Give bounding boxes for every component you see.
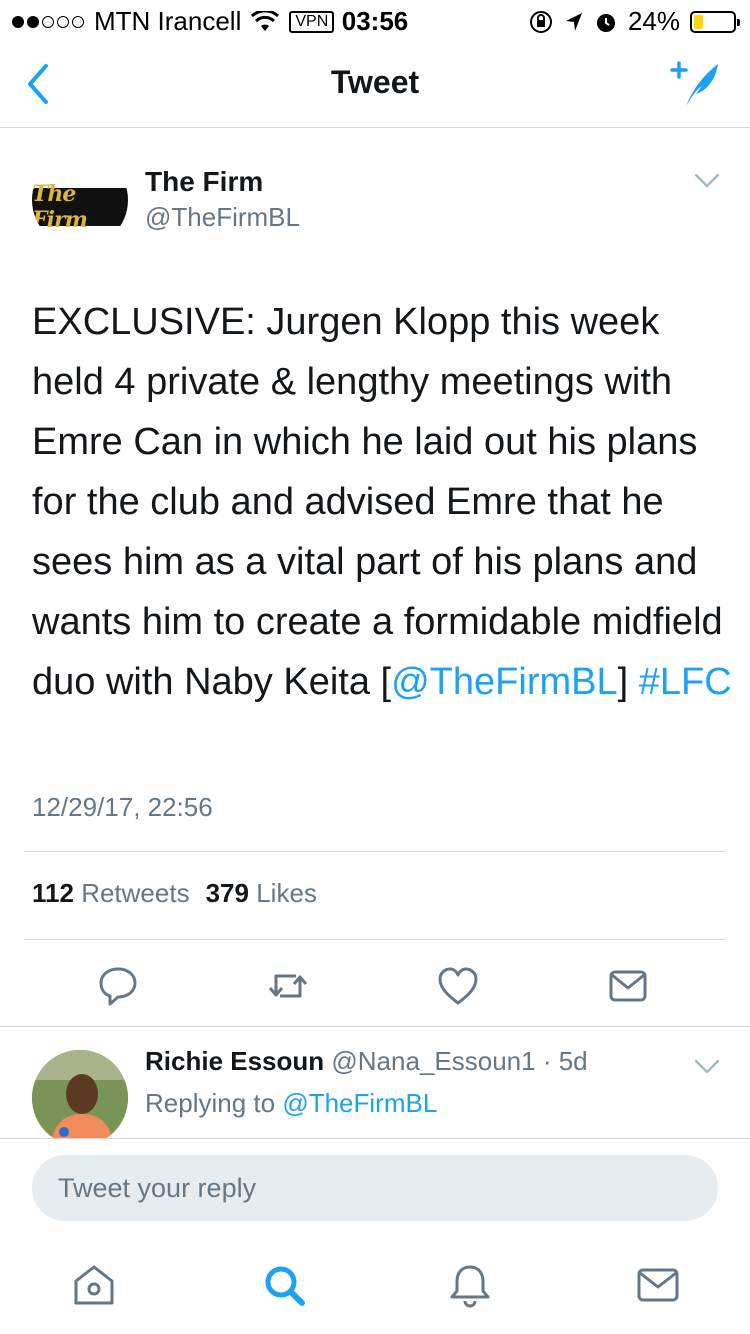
reply-author-handle[interactable]: @Nana_Essoun1 (331, 1046, 535, 1076)
firm-logo: The Firm (32, 181, 128, 233)
tweet-body: EXCLUSIVE: Jurgen Klopp this week held 4… (32, 301, 723, 703)
battery-icon (690, 10, 740, 33)
home-icon[interactable] (70, 1261, 118, 1309)
battery-percent: 24% (627, 6, 680, 36)
author-name[interactable]: The Firm (145, 166, 263, 198)
author-handle[interactable]: @TheFirmBL (145, 202, 300, 233)
hashtag-link[interactable]: #LFC (639, 661, 732, 703)
caret-down-icon[interactable] (694, 1058, 720, 1076)
retweets-stat[interactable]: 112 Retweets (32, 878, 190, 909)
compose-icon[interactable] (668, 56, 724, 112)
bracket-open: [ (380, 661, 392, 703)
reply-separator: · (535, 1046, 559, 1076)
notifications-icon[interactable] (446, 1261, 494, 1309)
orientation-lock-icon (529, 10, 552, 33)
mention-link[interactable]: @TheFirmBL (391, 661, 618, 703)
divider (24, 851, 726, 852)
location-icon (565, 12, 582, 31)
tweet-actions (0, 956, 750, 1012)
divider (0, 1026, 750, 1027)
retweets-label: Retweets (81, 878, 190, 908)
reply-bar (0, 1138, 750, 1334)
replying-to: Replying to @TheFirmBL (145, 1088, 437, 1119)
replying-to-handle[interactable]: @TheFirmBL (282, 1088, 437, 1118)
likes-count: 379 (205, 878, 249, 908)
page-title: Tweet (330, 64, 420, 100)
status-bar: MTN Irancell VPN 03:56 24% (0, 0, 750, 40)
reply-avatar-image (32, 1050, 128, 1146)
like-icon[interactable] (436, 964, 480, 1008)
reply-input[interactable] (32, 1155, 718, 1221)
reply-avatar[interactable] (32, 1050, 128, 1146)
tweet-timestamp: 12/29/17, 22:56 (32, 792, 213, 822)
search-icon[interactable] (260, 1261, 308, 1309)
retweets-count: 112 (32, 878, 74, 908)
alarm-icon (596, 13, 615, 32)
reply-icon[interactable] (96, 964, 140, 1008)
reply-time: 5d (558, 1046, 588, 1076)
nav-bar: Tweet (0, 40, 750, 128)
likes-stat[interactable]: 379 Likes (206, 878, 317, 909)
messages-icon[interactable] (634, 1261, 682, 1309)
bracket-close: ] (617, 661, 629, 703)
caret-down-icon[interactable] (694, 172, 720, 190)
status-right: 24% (528, 6, 740, 37)
author-avatar[interactable]: The Firm (32, 152, 128, 248)
reply-author-name[interactable]: Richie Essoun (145, 1046, 324, 1076)
retweet-icon[interactable] (266, 964, 310, 1008)
divider (24, 939, 726, 940)
tweet-stats: 112 Retweets 379 Likes (32, 878, 317, 909)
likes-label: Likes (256, 878, 317, 908)
battery-level (694, 14, 704, 29)
tweet-text: EXCLUSIVE: Jurgen Klopp this week held 4… (32, 292, 732, 712)
message-icon[interactable] (606, 964, 650, 1008)
reply-header: Richie Essoun @Nana_Essoun1 · 5d (145, 1046, 588, 1077)
replying-to-label: Replying to (145, 1088, 276, 1118)
